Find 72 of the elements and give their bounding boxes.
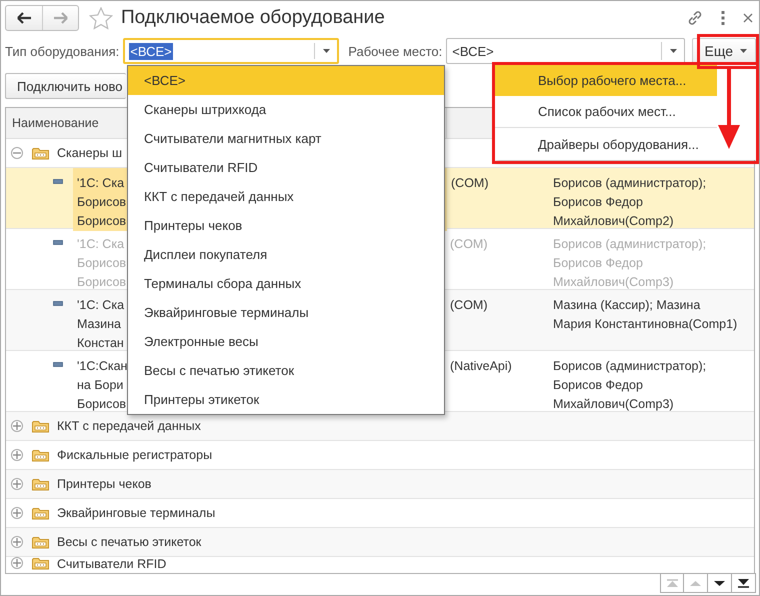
table-cell-text: (COM) bbox=[449, 297, 488, 314]
field-label: Тип оборудования: bbox=[5, 44, 120, 58]
menu-item[interactable]: Выбор рабочего места... bbox=[495, 65, 717, 96]
list-item[interactable]: ККТ с передачей данных bbox=[128, 182, 444, 211]
table-cell-text: Борисов (администратор); Борисов Федор Михайлович(Comp3) bbox=[552, 236, 708, 291]
connect-button[interactable]: Подключить ново bbox=[5, 73, 126, 99]
group-name: Считыватели RFID bbox=[57, 557, 166, 571]
list-item[interactable]: Эквайринговые терминалы bbox=[128, 298, 444, 327]
expand-icon[interactable] bbox=[11, 507, 23, 519]
table-cell: (COM) bbox=[446, 168, 546, 231]
expand-icon[interactable] bbox=[11, 557, 23, 569]
device-icon bbox=[53, 179, 63, 184]
field-label: Рабочее место: bbox=[348, 44, 442, 58]
caret-icon bbox=[670, 49, 677, 53]
group-name: ККТ с передачей данных bbox=[57, 419, 201, 433]
triangle-icon bbox=[689, 578, 702, 588]
column-header: Наименование bbox=[12, 116, 99, 130]
folder-icon bbox=[32, 420, 49, 432]
caret-icon bbox=[322, 49, 330, 53]
table-cell-text: Борисов (администратор); Борисов Федор Михайлович(Comp3) bbox=[552, 358, 708, 413]
list-item[interactable]: Сканеры штрихкода bbox=[128, 95, 444, 124]
star-icon[interactable] bbox=[89, 6, 113, 30]
table-cell-text: Мазина (Кассир); Мазина Мария Константиновна(Comp1) bbox=[552, 297, 738, 333]
collapse-icon[interactable] bbox=[11, 147, 23, 159]
folder-icon bbox=[32, 506, 49, 520]
menu-item[interactable]: Драйверы оборудования... bbox=[495, 127, 717, 160]
table-cell[interactable]: '1С: Ска Мазина Констан bbox=[77, 290, 124, 353]
list-item[interactable]: Электронные весы bbox=[128, 327, 444, 356]
device-icon bbox=[53, 362, 63, 367]
device-icon bbox=[53, 301, 63, 306]
list-item[interactable]: Весы с печатью этикеток bbox=[128, 356, 444, 385]
menu-item[interactable]: Список рабочих мест... bbox=[495, 96, 717, 127]
expand-icon[interactable] bbox=[11, 478, 23, 490]
list-item[interactable]: Принтеры этикеток bbox=[128, 385, 444, 414]
group-name: Эквайринговые терминалы bbox=[57, 506, 216, 520]
down-page-button[interactable] bbox=[708, 573, 732, 593]
group-name: Весы с печатью этикеток bbox=[57, 535, 202, 549]
group-name: Сканеры ш bbox=[57, 146, 122, 160]
list-item[interactable]: Терминалы сбора данных bbox=[128, 269, 444, 298]
table-cell-text: (NativeApi) bbox=[449, 358, 513, 375]
triangle-icon bbox=[713, 578, 726, 588]
group-name: Фискальные регистраторы bbox=[57, 448, 212, 462]
last-page-button[interactable] bbox=[732, 573, 756, 593]
expand-icon[interactable] bbox=[11, 536, 23, 548]
link-icon[interactable] bbox=[687, 10, 703, 26]
dropdown-field[interactable]: <ВСЕ> bbox=[446, 38, 686, 64]
folder-icon bbox=[32, 536, 49, 548]
expand-icon[interactable] bbox=[11, 449, 23, 461]
skip-arrow-icon bbox=[737, 578, 750, 588]
device-icon bbox=[53, 240, 63, 245]
dropdown-field[interactable]: <ВСЕ> bbox=[123, 38, 340, 64]
list-item[interactable]: Считыватели магнитных карт bbox=[128, 124, 444, 153]
right-arrow-icon bbox=[54, 12, 68, 24]
list-item[interactable]: <ВСЕ> bbox=[128, 66, 444, 95]
expand-icon[interactable] bbox=[11, 420, 23, 432]
list-item[interactable]: Дисплеи покупателя bbox=[128, 240, 444, 269]
skip-arrow-icon bbox=[666, 578, 678, 588]
window-title: Подключаемое оборудование bbox=[121, 7, 385, 29]
folder-icon bbox=[32, 478, 49, 490]
table-cell-text: Борисов (администратор); Борисов Федор Михайлович(Comp2) bbox=[552, 175, 708, 230]
table-cell[interactable]: '1С:Скан на Бори Борисов bbox=[77, 351, 128, 414]
left-arrow-icon bbox=[17, 12, 31, 24]
folder-icon bbox=[32, 448, 49, 462]
more-icon[interactable] bbox=[721, 11, 725, 25]
table-cell[interactable]: '1С: Ска Борисов Борисов bbox=[77, 168, 126, 231]
caret-icon bbox=[740, 49, 747, 53]
list-item[interactable]: Принтеры чеков bbox=[128, 211, 444, 240]
folder-icon bbox=[32, 146, 49, 160]
group-name: Принтеры чеков bbox=[57, 477, 152, 491]
list-item[interactable]: Считыватели RFID bbox=[128, 153, 444, 182]
close-icon[interactable] bbox=[743, 13, 753, 23]
table-cell-text: (COM) bbox=[449, 236, 488, 253]
